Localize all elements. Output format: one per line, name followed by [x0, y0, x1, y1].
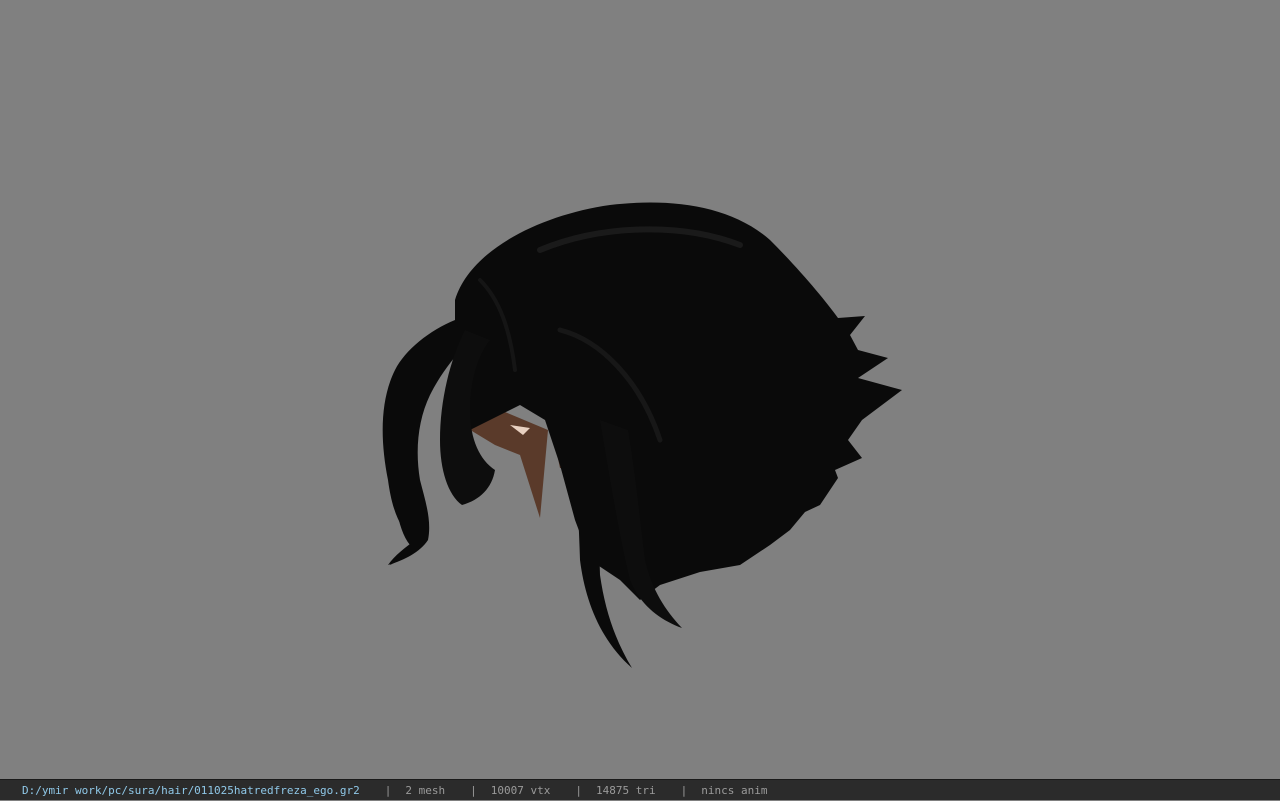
3d-viewport[interactable]: [0, 0, 1280, 779]
hair-model-render: [382, 202, 902, 668]
status-separator: |: [470, 783, 477, 797]
status-bar: D:/ymir work/pc/sura/hair/011025hatredfr…: [0, 779, 1280, 800]
status-separator: |: [575, 783, 582, 797]
file-path-label: D:/ymir work/pc/sura/hair/011025hatredfr…: [22, 783, 360, 797]
mesh-count-label: 2 mesh: [405, 783, 446, 797]
triangle-count-label: 14875 tri: [596, 783, 656, 797]
hair-main-mass: [455, 202, 902, 600]
status-separator: |: [384, 783, 392, 797]
vertex-count-label: 10007 vtx: [490, 783, 551, 797]
status-separator: |: [680, 783, 688, 797]
animation-status-label: nincs anim: [701, 783, 768, 797]
